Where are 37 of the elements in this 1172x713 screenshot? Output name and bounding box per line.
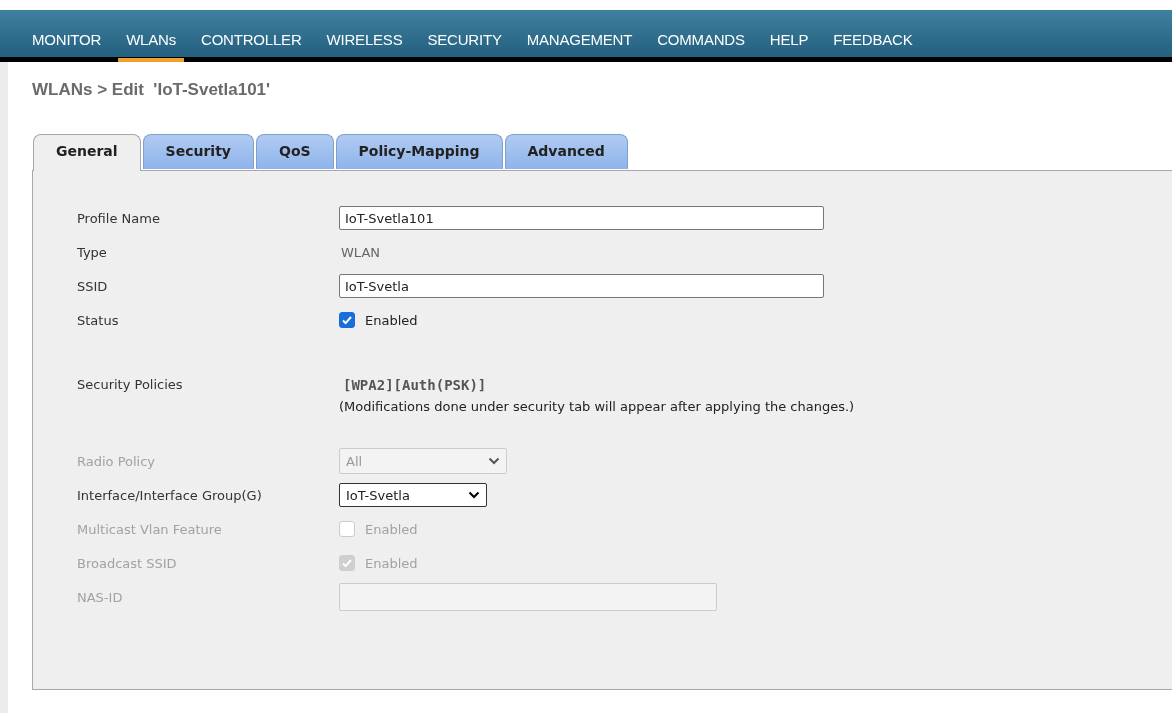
tab[interactable]: QoS [256, 134, 334, 169]
nav-link[interactable]: COMMANDS [649, 31, 753, 62]
field-label: Interface/Interface Group(G) [77, 487, 263, 503]
chevron-icon [488, 457, 500, 465]
tab[interactable]: General [33, 134, 141, 171]
tab[interactable]: Advanced [504, 134, 628, 169]
chevron-icon [468, 491, 480, 499]
checkbox-label: Enabled [365, 555, 418, 571]
nav-link[interactable]: MANAGEMENT [518, 31, 641, 62]
tab[interactable]: Security [142, 134, 254, 169]
field-label: Radio Policy [77, 453, 157, 469]
field-label: Broadcast SSID [77, 555, 178, 571]
tab[interactable]: Policy-Mapping [335, 134, 503, 169]
checkbox-label: Enabled [365, 521, 418, 537]
page-title: WLANs > Edit 'IoT-Svetla101' [32, 80, 272, 100]
text-field[interactable]: IoT-Svetla [339, 274, 824, 298]
policy-value: [WPA2][Auth(PSK)] [342, 377, 487, 393]
field-label: SSID [77, 278, 109, 294]
nav-link[interactable]: WIRELESS [318, 31, 411, 62]
nav-link[interactable]: HELP [761, 31, 817, 62]
field-label: Security Policies [77, 377, 184, 392]
field-label: NAS-ID [77, 589, 124, 605]
nav-link[interactable]: WLANs [118, 31, 184, 62]
dropdown[interactable]: IoT-Svetla [339, 483, 487, 507]
checkbox-label: Enabled [365, 312, 418, 328]
field-label: Multicast Vlan Feature [77, 521, 223, 537]
field-label: Status [77, 312, 120, 328]
nav-link[interactable]: SECURITY [419, 31, 510, 62]
nav-link[interactable]: CONTROLLER [193, 31, 310, 62]
field-label: Profile Name [77, 210, 161, 226]
nav-link[interactable]: MONITOR [24, 31, 110, 62]
text-field[interactable]: IoT-Svetla101 [339, 206, 824, 230]
field-value: WLAN [340, 244, 380, 260]
nav-link[interactable]: FEEDBACK [825, 31, 921, 62]
field-label: Type [77, 244, 108, 260]
checkbox[interactable] [339, 312, 355, 328]
note-text: (Modifications done under security tab will appear after applying the changes.) [339, 399, 856, 414]
